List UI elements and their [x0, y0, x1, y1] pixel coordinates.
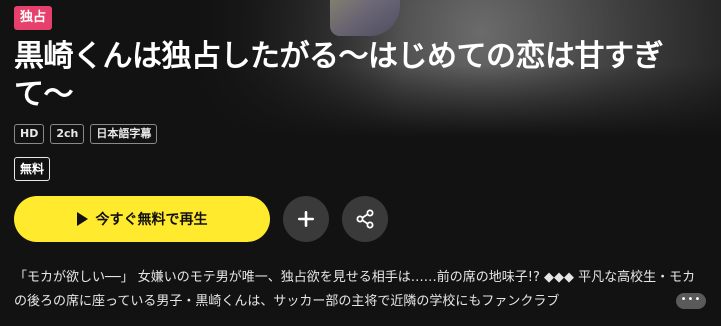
exclusive-badge: 独占	[14, 6, 53, 30]
hd-tag: HD	[14, 124, 45, 144]
play-free-button[interactable]: 今すぐ無料で再生	[14, 196, 270, 242]
program-title: 黒崎くんは独占したがる〜はじめての恋は甘すぎて〜	[14, 39, 664, 112]
expand-description-button[interactable]: •••	[676, 293, 706, 309]
subtitle-tag: 日本語字幕	[90, 124, 158, 144]
free-tag: 無料	[14, 157, 51, 181]
plus-icon	[298, 211, 314, 227]
share-button[interactable]	[342, 196, 388, 242]
audio-channel-tag: 2ch	[50, 124, 85, 144]
play-icon	[76, 212, 88, 226]
play-button-label: 今すぐ無料で再生	[95, 212, 208, 228]
add-to-mylist-button[interactable]	[283, 196, 329, 242]
share-icon	[356, 209, 374, 229]
meta-tags: HD 2ch 日本語字幕	[14, 124, 158, 144]
description-fade	[600, 290, 680, 314]
